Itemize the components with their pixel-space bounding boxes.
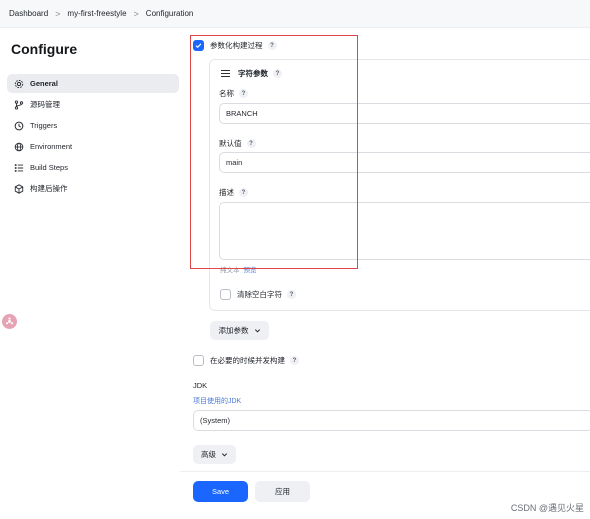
sidebar-item-build-steps[interactable]: Build Steps (7, 158, 179, 177)
sidebar-item-triggers[interactable]: Triggers (7, 116, 179, 135)
name-label-text: 名称 (219, 89, 234, 98)
sidebar-item-post-build[interactable]: 构建后操作 (7, 179, 179, 198)
trim-label-text: 清除空白字符 (237, 290, 282, 299)
parameterized-checkbox[interactable] (193, 40, 204, 51)
clock-icon (13, 120, 24, 131)
string-parameter-title-text: 字符参数 (238, 69, 268, 78)
sidebar-item-label: Triggers (30, 121, 58, 130)
name-label: 名称 ? (219, 88, 248, 99)
default-value-field[interactable]: main (219, 152, 590, 173)
breadcrumb-job[interactable]: my-first-freestyle (67, 9, 126, 18)
trim-label: 清除空白字符 ? (237, 289, 296, 300)
concurrent-build-checkbox[interactable] (193, 355, 204, 366)
list-steps-icon (13, 162, 24, 173)
save-button[interactable]: Save (193, 481, 248, 502)
concurrent-build-text: 在必要的时候并发构建 (210, 356, 285, 365)
breadcrumb-separator: > (55, 8, 61, 19)
sidebar-item-label: 源码管理 (30, 100, 60, 109)
help-icon[interactable]: ? (246, 139, 256, 148)
page-title: Configure (11, 41, 78, 57)
gear-icon (13, 78, 24, 89)
description-label: 描述 ? (219, 187, 248, 198)
drag-handle-icon[interactable] (221, 70, 230, 78)
description-textarea[interactable] (219, 202, 590, 260)
globe-icon (13, 141, 24, 152)
footer-divider (180, 471, 590, 472)
default-value-label-text: 默认值 (219, 139, 242, 148)
help-icon[interactable]: ? (239, 188, 248, 197)
preview-link[interactable]: 预览 (244, 264, 257, 274)
parameterized-text: 参数化构建过程 (210, 41, 263, 50)
jdk-sub-label: 项目使用的JDK (193, 398, 242, 405)
sidebar-item-label: 构建后操作 (30, 184, 68, 193)
breadcrumb-configuration[interactable]: Configuration (146, 9, 194, 18)
apply-button[interactable]: 应用 (255, 481, 310, 502)
sidebar-item-environment[interactable]: Environment (7, 137, 179, 156)
help-icon[interactable]: ? (267, 41, 277, 50)
sidebar-item-label: Build Steps (30, 163, 68, 172)
parameterized-label: 参数化构建过程 ? (210, 40, 277, 51)
add-parameter-label: 添加参数 (218, 326, 249, 335)
description-label-text: 描述 (219, 188, 234, 197)
advanced-button[interactable]: 高级 (193, 445, 236, 464)
advanced-label: 高级 (201, 450, 216, 459)
concurrent-build-label: 在必要的时候并发构建 ? (210, 355, 299, 366)
source-branch-icon (13, 99, 24, 110)
jdk-label: JDK (193, 381, 208, 390)
name-field[interactable]: BRANCH (219, 103, 590, 124)
floating-assistant-icon[interactable] (2, 314, 17, 329)
trim-checkbox[interactable] (220, 289, 231, 300)
sidebar-item-label: General (30, 79, 58, 88)
string-parameter-card (209, 59, 590, 311)
breadcrumb-separator: > (133, 8, 139, 19)
help-icon[interactable]: ? (239, 89, 248, 98)
cube-icon (13, 183, 24, 194)
jdk-select[interactable]: (System) (193, 410, 590, 431)
sidebar-item-label: Environment (30, 142, 73, 151)
breadcrumb-dashboard[interactable]: Dashboard (9, 9, 48, 18)
default-value-label: 默认值 ? (219, 138, 256, 149)
string-parameter-title: 字符参数 ? (238, 68, 282, 79)
add-parameter-button[interactable]: 添加参数 (210, 321, 269, 340)
chevron-down-icon (221, 453, 228, 457)
watermark: CSDN @遇见火星 (510, 503, 584, 513)
description-format-links: 纯文本 预览 (220, 264, 257, 274)
sidebar-item-general[interactable]: General (7, 74, 179, 93)
breadcrumb: Dashboard > my-first-freestyle > Configu… (0, 0, 590, 28)
help-icon[interactable]: ? (290, 356, 299, 365)
help-icon[interactable]: ? (273, 69, 282, 78)
plain-text-label: 纯文本 (220, 267, 240, 274)
chevron-down-icon (254, 329, 260, 333)
help-icon[interactable]: ? (287, 290, 296, 299)
sidebar-item-source[interactable]: 源码管理 (7, 95, 179, 114)
